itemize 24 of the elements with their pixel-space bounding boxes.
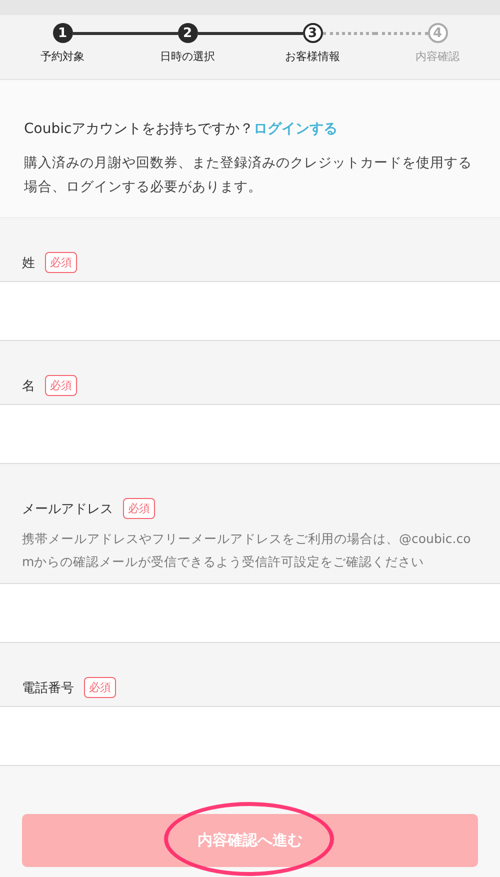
field-label: 名: [22, 378, 35, 394]
step-number: 4: [428, 23, 448, 43]
step-label: 日時の選択: [160, 49, 215, 64]
field-hint: 携帯メールアドレスやフリーメールアドレスをご利用の場合は、@coubic.comからの確認メールが受信できるよう受信許可設定をご確認ください: [21, 530, 472, 571]
input-field[interactable]: [0, 706, 500, 766]
step-label: 予約対象: [40, 49, 84, 64]
input-field[interactable]: [0, 404, 500, 464]
required-badge: 必須: [45, 375, 77, 396]
login-question: Coubicアカウントをお持ちですか？: [24, 121, 254, 137]
step-label: 内容確認: [416, 49, 460, 64]
input-field[interactable]: [0, 583, 500, 643]
required-badge: 必須: [123, 498, 155, 519]
step-number: 1: [52, 23, 72, 43]
step-number: 2: [178, 23, 198, 43]
login-link[interactable]: ログインする: [254, 121, 338, 137]
field-label: メールアドレス: [22, 500, 113, 518]
step-label: お客様情報: [285, 49, 340, 64]
login-description: 購入済みの月謝や回数券、また登録済みのクレジットカードを使用する場合、ログインする必要があります。: [24, 154, 473, 197]
required-badge: 必須: [84, 677, 116, 698]
step-number: 3: [302, 23, 322, 43]
field-label: 姓: [22, 254, 35, 272]
field-label: 電話番号: [22, 680, 74, 696]
required-badge: 必須: [45, 252, 77, 273]
input-field[interactable]: [0, 281, 500, 341]
